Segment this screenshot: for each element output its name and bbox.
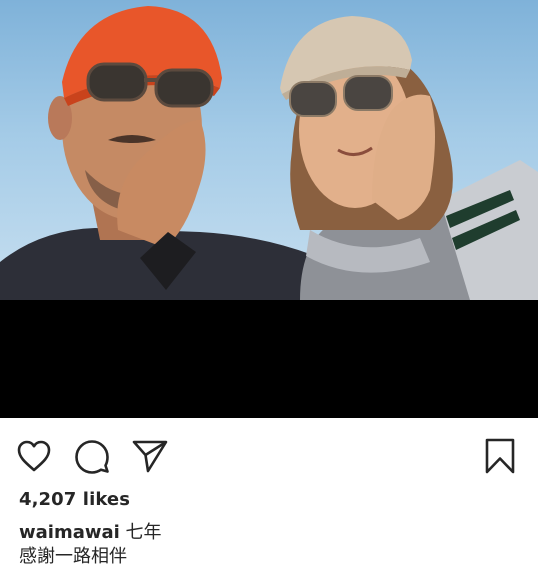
- post-photo[interactable]: [0, 0, 538, 300]
- share-button[interactable]: [130, 436, 170, 476]
- caption-text-line1: 七年: [125, 522, 162, 543]
- bookmark-icon: [485, 438, 515, 474]
- paper-plane-icon: [132, 440, 168, 473]
- photo-illustration: [0, 6, 538, 300]
- black-band: [0, 300, 538, 418]
- like-button[interactable]: [14, 436, 54, 476]
- save-button[interactable]: [480, 436, 520, 476]
- caption-username[interactable]: waimawai: [19, 522, 120, 543]
- caption-text-line2: 感謝一路相伴: [19, 546, 127, 567]
- woman-figure: [280, 16, 538, 300]
- heart-icon: [17, 440, 51, 472]
- likes-count[interactable]: 4,207 likes: [19, 489, 130, 510]
- action-bar: [0, 418, 538, 490]
- speech-bubble-icon: [75, 440, 109, 474]
- post-caption: waimawai 七年 感謝一路相伴: [19, 521, 519, 569]
- comment-button[interactable]: [72, 436, 112, 476]
